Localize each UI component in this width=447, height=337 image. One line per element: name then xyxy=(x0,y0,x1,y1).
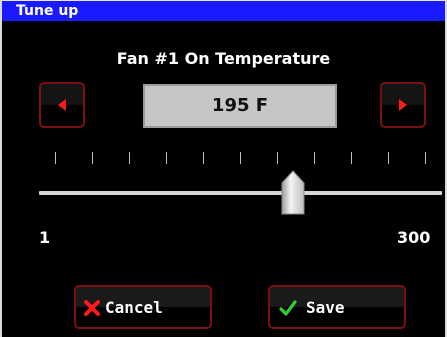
arrow-left-icon xyxy=(58,99,66,111)
increment-button[interactable] xyxy=(380,82,426,128)
slider-tick xyxy=(425,152,426,164)
slider-tick xyxy=(314,152,315,164)
slider-tick xyxy=(92,152,93,164)
decrement-button[interactable] xyxy=(39,82,85,128)
checkmark-icon xyxy=(279,300,297,316)
slider-track[interactable] xyxy=(39,191,442,195)
slider-max-label: 300 xyxy=(397,228,431,247)
slider-thumb[interactable] xyxy=(280,170,306,216)
x-mark-icon xyxy=(84,300,100,316)
slider-tick xyxy=(166,152,167,164)
arrow-right-icon xyxy=(399,99,407,111)
title-bar: Tune up xyxy=(2,1,445,21)
cancel-button-label: Cancel xyxy=(105,298,163,317)
slider-tick xyxy=(388,152,389,164)
cancel-button[interactable]: Cancel xyxy=(74,285,212,329)
save-button[interactable]: Save xyxy=(268,285,406,329)
slider-min-label: 1 xyxy=(39,228,51,247)
save-button-label: Save xyxy=(306,298,345,317)
slider-tick xyxy=(351,152,352,164)
slider-tick xyxy=(240,152,241,164)
slider-tick xyxy=(55,152,56,164)
slider-tick xyxy=(203,152,204,164)
slider-tick xyxy=(129,152,130,164)
slider-tick xyxy=(277,152,278,164)
value-display: 195 F xyxy=(143,84,337,128)
tune-up-dialog: Tune up Fan #1 On Temperature 195 F 1 30… xyxy=(0,0,447,337)
window-title: Tune up xyxy=(16,3,79,19)
setting-title: Fan #1 On Temperature xyxy=(116,49,331,68)
slider-ticks xyxy=(0,152,447,166)
